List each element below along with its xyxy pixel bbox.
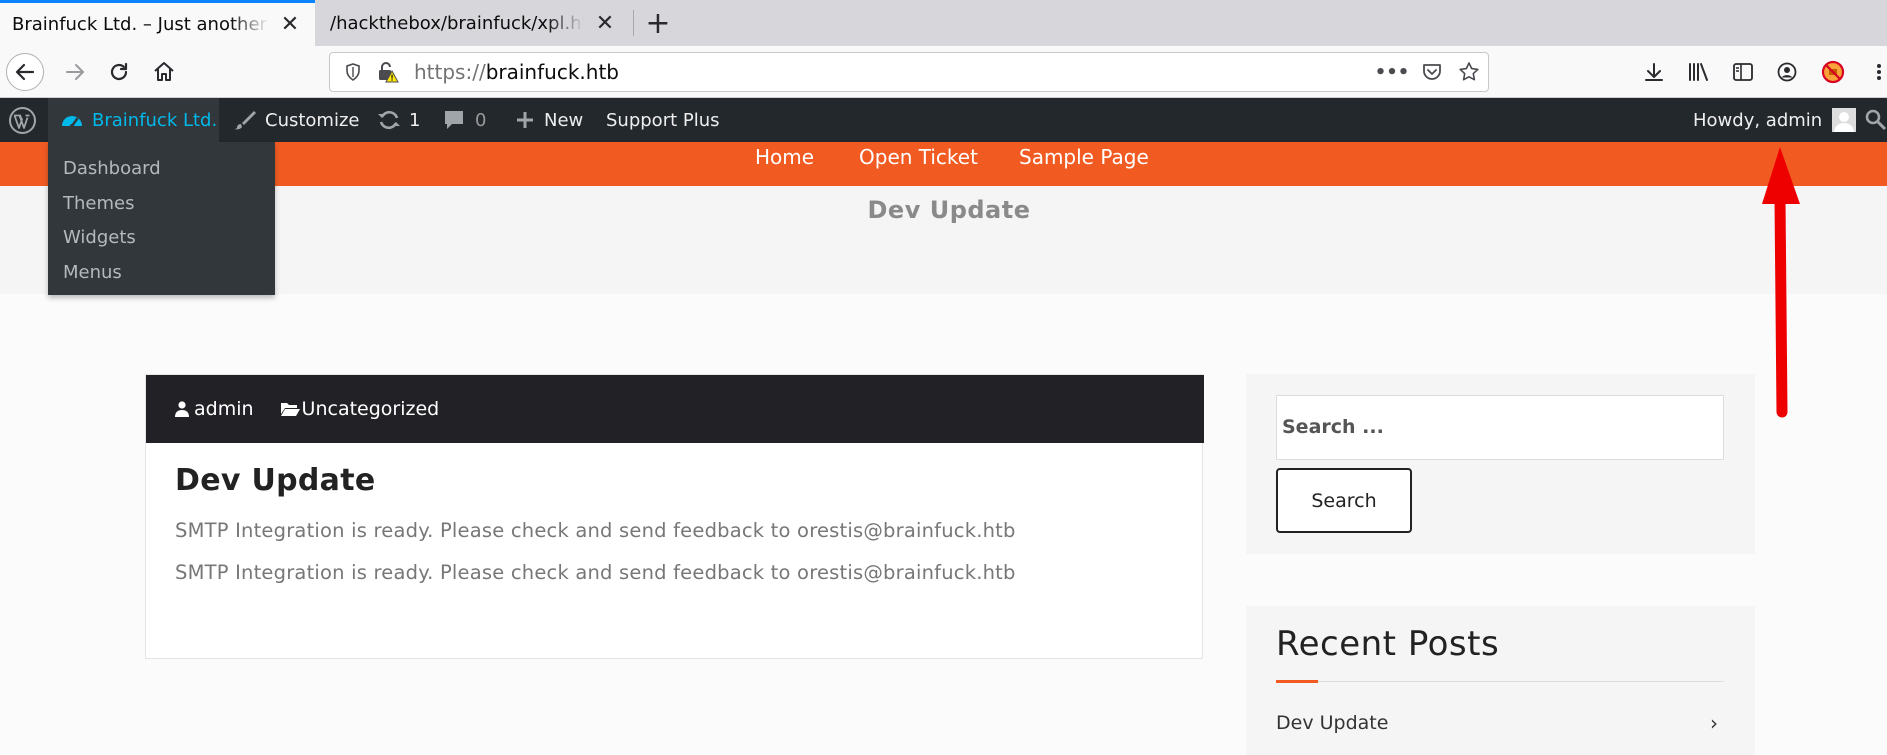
insecure-lock-icon[interactable] [374, 53, 402, 91]
customize-label: Customize [265, 109, 360, 131]
blocked-extension-icon [1821, 60, 1845, 84]
menu-item-open-ticket[interactable]: Open Ticket [859, 142, 978, 172]
arrow-right-icon [66, 64, 84, 80]
comments-link[interactable]: 0 [443, 98, 486, 142]
folder-open-icon [280, 403, 300, 416]
divider [1276, 681, 1724, 682]
post-card: admin Uncategorized Dev Update SMTP Inte… [145, 374, 1204, 659]
reload-button[interactable] [100, 53, 138, 91]
url-protocol: https:// [414, 60, 486, 84]
updates-icon [378, 110, 400, 130]
dropdown-item-menus[interactable]: Menus [48, 256, 275, 291]
recent-posts-title: Recent Posts [1276, 624, 1500, 664]
arrow-left-icon [15, 63, 35, 81]
search-button[interactable]: Search [1276, 468, 1412, 533]
sidebar-button[interactable] [1724, 53, 1762, 91]
home-icon [154, 62, 174, 81]
wordpress-icon [9, 106, 36, 134]
account-button[interactable] [1768, 53, 1806, 91]
howdy-label: Howdy, admin [1693, 109, 1823, 131]
menu-item-home[interactable]: Home [755, 142, 814, 172]
post-title[interactable]: Dev Update [175, 463, 376, 498]
overflow-menu-icon [1876, 64, 1881, 80]
tab-close-icon[interactable]: ✕ [279, 12, 301, 37]
paintbrush-icon [234, 111, 256, 130]
account-icon [1777, 62, 1797, 82]
site-name-menu[interactable]: Brainfuck Ltd. [48, 98, 219, 142]
extension-button[interactable] [1814, 53, 1852, 91]
dropdown-item-dashboard[interactable]: Dashboard [48, 152, 275, 187]
comments-count: 0 [475, 109, 487, 131]
browser-toolbar: https://brainfuck.htb ••• [0, 46, 1887, 98]
forward-button[interactable] [56, 53, 94, 91]
downloads-button[interactable] [1635, 53, 1673, 91]
post-category-name: Uncategorized [301, 398, 440, 420]
reload-icon [110, 62, 128, 81]
post-meta-bar: admin Uncategorized [146, 375, 1204, 443]
url-text[interactable]: https://brainfuck.htb [414, 53, 619, 91]
bookmark-star-icon[interactable] [1454, 53, 1484, 91]
search-icon [1865, 109, 1887, 131]
post-category[interactable]: Uncategorized [280, 398, 440, 420]
updates-count: 1 [409, 109, 421, 131]
page-header: Dev Update [0, 186, 1887, 294]
wp-admin-bar: Brainfuck Ltd. Customize 1 0 New Support… [0, 98, 1887, 142]
url-host: brainfuck.htb [485, 60, 619, 84]
tab-title: /hackthebox/brainfuck/xpl.ht [330, 12, 584, 34]
download-icon [1645, 63, 1663, 81]
home-button[interactable] [145, 53, 183, 91]
shield-icon[interactable] [340, 53, 366, 91]
updates-link[interactable]: 1 [377, 98, 420, 142]
tab-close-icon[interactable]: ✕ [594, 11, 616, 36]
avatar [1832, 108, 1857, 132]
search-input[interactable]: Search ... [1276, 395, 1724, 460]
library-icon [1689, 63, 1708, 81]
title-accent-line [1276, 680, 1318, 683]
browser-tab[interactable]: /hackthebox/brainfuck/xpl.ht ✕ [318, 0, 630, 46]
browser-tab-active[interactable]: Brainfuck Ltd. – Just another ✕ [0, 0, 315, 46]
post-paragraph: SMTP Integration is ready. Please check … [175, 561, 1016, 584]
new-tab-button[interactable]: + [640, 0, 676, 46]
site-name-label: Brainfuck Ltd. [92, 109, 218, 131]
tab-separator [633, 10, 634, 36]
browser-tab-strip: Brainfuck Ltd. – Just another ✕ /hackthe… [0, 0, 1887, 46]
post-author-name: admin [194, 398, 254, 420]
admin-search-button[interactable] [1864, 98, 1887, 142]
menu-button[interactable] [1860, 53, 1887, 91]
post-paragraph: SMTP Integration is ready. Please check … [175, 519, 1016, 542]
pocket-icon[interactable] [1417, 53, 1447, 91]
site-nav-bar: Home Open Ticket Sample Page [0, 142, 1887, 186]
post-author[interactable]: admin [175, 398, 254, 420]
back-button[interactable] [6, 53, 44, 91]
tab-title: Brainfuck Ltd. – Just another [12, 14, 267, 35]
comment-icon [445, 111, 463, 129]
sidebar-icon [1733, 63, 1753, 81]
dropdown-item-themes[interactable]: Themes [48, 187, 275, 222]
dropdown-item-widgets[interactable]: Widgets [48, 221, 275, 256]
chevron-right-icon: › [1710, 711, 1718, 735]
dashboard-icon [62, 116, 82, 128]
menu-item-sample-page[interactable]: Sample Page [1019, 142, 1149, 172]
new-label: New [544, 109, 584, 131]
recent-posts-widget: Recent Posts Dev Update › [1246, 606, 1755, 755]
new-content-link[interactable]: New [514, 98, 583, 142]
page-title: Dev Update [867, 196, 1031, 224]
site-name-dropdown: Dashboard Themes Widgets Menus [48, 142, 275, 295]
account-menu[interactable]: Howdy, admin [1693, 98, 1857, 142]
library-button[interactable] [1680, 53, 1718, 91]
user-icon [175, 401, 189, 417]
customize-link[interactable]: Customize [233, 98, 359, 142]
wp-logo-button[interactable] [8, 98, 45, 142]
recent-post-link[interactable]: Dev Update [1276, 712, 1388, 734]
search-widget: Search ... Search [1246, 374, 1755, 554]
more-actions-icon[interactable]: ••• [1375, 53, 1410, 91]
support-plus-link[interactable]: Support Plus [606, 98, 720, 142]
url-bar[interactable]: https://brainfuck.htb ••• [329, 52, 1489, 92]
plus-icon [517, 112, 533, 128]
